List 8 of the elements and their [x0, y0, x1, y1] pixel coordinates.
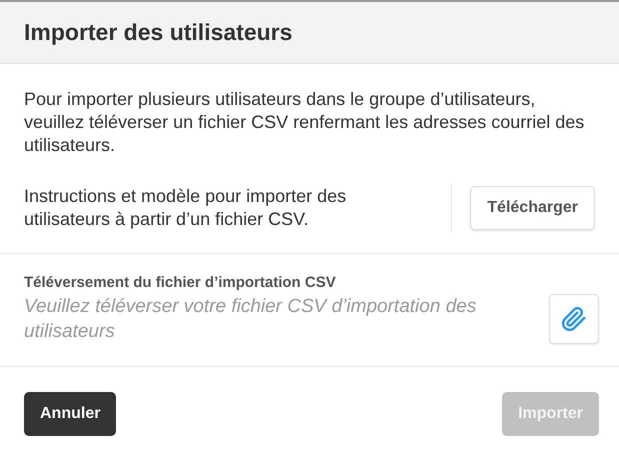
attach-button[interactable]: [549, 294, 599, 344]
instructions-text: Instructions et modèle pour importer des utilisateurs à partir d’un fichier CSV.: [24, 185, 348, 231]
paperclip-icon: [561, 305, 587, 333]
intro-text: Pour importer plusieurs utilisateurs dans le groupe d’utilisateurs, veuillez téléverser un fichier CSV renfermant les adresses courriel des utilisateurs.: [24, 88, 586, 157]
download-button[interactable]: Télécharger: [470, 186, 595, 230]
upload-label: Téléversement du fichier d’importation CSV: [24, 274, 337, 291]
cancel-button[interactable]: Annuler: [24, 392, 116, 436]
dialog-title: Importer des utilisateurs: [24, 19, 292, 46]
